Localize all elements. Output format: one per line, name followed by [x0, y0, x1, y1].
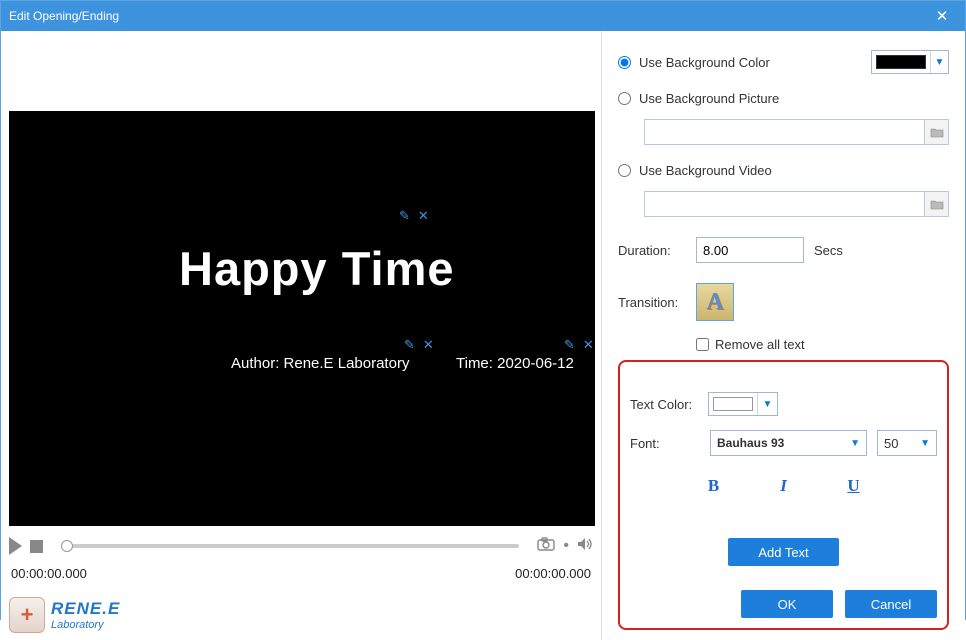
dot-icon: •	[563, 537, 569, 555]
text-controls-time: ✎ ✕	[564, 337, 594, 353]
time-current: 00:00:00.000	[11, 566, 87, 586]
font-size-value: 50	[884, 436, 898, 451]
close-icon[interactable]: ✕	[927, 1, 957, 31]
text-settings-panel: Text Color: ▼ Font: Bauhaus 93 ▼ 50	[618, 360, 949, 630]
cancel-button[interactable]: Cancel	[845, 590, 937, 618]
close-icon[interactable]: ✕	[583, 337, 594, 353]
font-size-select[interactable]: 50 ▼	[877, 430, 937, 456]
time-bar: 00:00:00.000 00:00:00.000	[1, 566, 601, 590]
pencil-icon[interactable]: ✎	[564, 337, 575, 353]
ok-button[interactable]: OK	[741, 590, 833, 618]
chevron-down-icon: ▼	[757, 393, 777, 415]
text-color-swatch	[713, 397, 753, 411]
transition-picker[interactable]: A	[696, 283, 734, 321]
text-color-picker[interactable]: ▼	[708, 392, 778, 416]
play-button[interactable]	[9, 537, 22, 555]
progress-slider[interactable]	[61, 544, 519, 548]
brand-subtitle: Laboratory	[51, 619, 120, 631]
chevron-down-icon: ▼	[850, 438, 860, 449]
remove-text-checkbox[interactable]	[696, 338, 709, 351]
bg-color-radio[interactable]	[618, 56, 631, 69]
folder-icon[interactable]	[925, 119, 949, 145]
underline-button[interactable]: U	[839, 474, 869, 498]
time-total: 00:00:00.000	[515, 566, 591, 586]
snapshot-icon[interactable]	[537, 536, 555, 556]
bg-video-label: Use Background Video	[639, 163, 772, 178]
bold-button[interactable]: B	[699, 474, 729, 498]
stop-button[interactable]	[30, 540, 43, 553]
bg-color-picker[interactable]: ▼	[871, 50, 949, 74]
close-icon[interactable]: ✕	[423, 337, 434, 353]
pencil-icon[interactable]: ✎	[399, 208, 410, 224]
text-color-label: Text Color:	[630, 397, 708, 412]
titlebar: Edit Opening/Ending ✕	[1, 1, 965, 31]
font-select[interactable]: Bauhaus 93 ▼	[710, 430, 867, 456]
bg-color-swatch	[876, 55, 926, 69]
window-title: Edit Opening/Ending	[9, 9, 927, 23]
add-text-button[interactable]: Add Text	[728, 538, 838, 566]
preview-canvas[interactable]: ✎ ✕ Happy Time ✎ ✕ ✎ ✕ Author: Rene.E La…	[9, 111, 595, 526]
bg-video-radio[interactable]	[618, 164, 631, 177]
preview-time-text[interactable]: Time: 2020-06-12	[456, 355, 574, 372]
duration-unit: Secs	[814, 243, 843, 258]
preview-title-text[interactable]: Happy Time	[179, 241, 455, 296]
text-controls-author: ✎ ✕	[404, 337, 434, 353]
remove-text-label: Remove all text	[715, 337, 805, 352]
duration-input[interactable]	[696, 237, 804, 263]
italic-button[interactable]: I	[769, 474, 799, 498]
medkit-icon	[9, 597, 45, 633]
preview-author-text[interactable]: Author: Rene.E Laboratory	[231, 355, 409, 372]
pencil-icon[interactable]: ✎	[404, 337, 415, 353]
progress-handle[interactable]	[61, 540, 73, 552]
transition-label: Transition:	[618, 295, 696, 310]
bg-picture-label: Use Background Picture	[639, 91, 779, 106]
chevron-down-icon: ▼	[930, 51, 948, 73]
font-label: Font:	[630, 436, 700, 451]
duration-label: Duration:	[618, 243, 696, 258]
brand-name: RENE.E	[51, 599, 120, 619]
transition-a-icon: A	[706, 289, 723, 316]
volume-icon[interactable]	[577, 536, 593, 556]
player-bar: •	[1, 526, 601, 566]
bg-picture-radio[interactable]	[618, 92, 631, 105]
bg-picture-path-input[interactable]	[644, 119, 925, 145]
font-select-value: Bauhaus 93	[717, 436, 784, 450]
brand-watermark: RENE.E Laboratory	[1, 590, 601, 640]
text-controls-main: ✎ ✕	[399, 208, 429, 224]
close-icon[interactable]: ✕	[418, 208, 429, 224]
bg-color-label: Use Background Color	[639, 55, 770, 70]
bg-video-path-input[interactable]	[644, 191, 925, 217]
chevron-down-icon: ▼	[920, 438, 930, 449]
folder-icon[interactable]	[925, 191, 949, 217]
